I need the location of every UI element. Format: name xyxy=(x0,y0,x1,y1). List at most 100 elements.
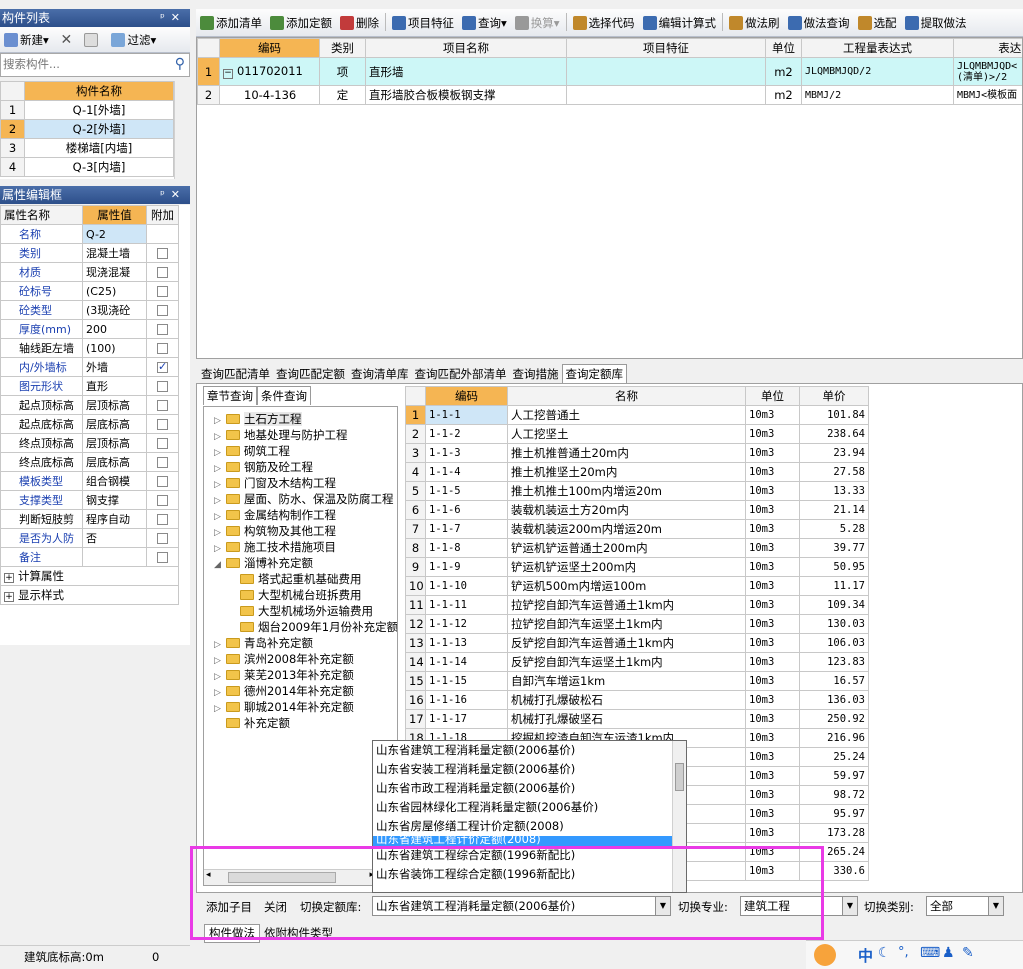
unit-cell[interactable]: m2 xyxy=(765,57,802,86)
quota-name[interactable]: 拉铲挖自卸汽车运坚土1km内 xyxy=(507,614,746,634)
feature-cell[interactable] xyxy=(566,85,766,105)
unit-cell[interactable]: m2 xyxy=(765,85,802,105)
type-cell[interactable]: 定 xyxy=(319,85,366,105)
tree-node[interactable]: ▷ 滨州2008年补充定额 xyxy=(214,651,397,667)
dropdown-option[interactable]: 山东省园林绿化工程消耗量定额(2006基价) xyxy=(373,798,686,817)
quota-row[interactable]: 8 1-1-8 铲运机铲运普通土200m内 10m3 39.77 xyxy=(405,538,869,558)
extra-checkbox[interactable] xyxy=(157,343,168,354)
quota-row[interactable]: 17 1-1-17 机械打孔爆破坚石 10m3 250.92 xyxy=(405,709,869,729)
expr2-cell[interactable]: MBMJ<模板面 xyxy=(953,85,1022,105)
keyboard-icon[interactable]: ⌨ xyxy=(920,945,940,961)
tree-node[interactable]: ▷ 构筑物及其他工程 xyxy=(214,523,397,539)
quota-code[interactable]: 1-1-2 xyxy=(425,424,508,444)
extra-checkbox[interactable] xyxy=(157,533,168,544)
quota-code[interactable]: 1-1-14 xyxy=(425,652,508,672)
quota-row[interactable]: 12 1-1-12 拉铲挖自卸汽车运坚土1km内 10m3 130.03 xyxy=(405,614,869,634)
code-cell[interactable]: 10-4-136 xyxy=(219,85,320,105)
component-row[interactable]: 4 Q-3[内墙] xyxy=(0,157,174,177)
extra-checkbox[interactable] xyxy=(157,360,168,373)
quota-price[interactable]: 59.97 xyxy=(799,766,869,786)
quota-unit[interactable]: 10m3 xyxy=(745,557,800,577)
dropdown-scrollbar[interactable] xyxy=(672,741,686,892)
quota-price[interactable]: 16.57 xyxy=(799,671,869,691)
quota-unit[interactable]: 10m3 xyxy=(745,652,800,672)
pin-icon[interactable]: ᵖ xyxy=(160,188,171,201)
quota-price[interactable]: 95.97 xyxy=(799,804,869,824)
prop-value[interactable]: 组合钢模 xyxy=(82,471,147,491)
method-row[interactable]: 2 10-4-136 定直形墙胶合板模板钢支撑 m2 MBMJ/2 MBMJ<模板面 xyxy=(197,85,1022,105)
quota-unit[interactable]: 10m3 xyxy=(745,804,800,824)
toolbar-button-3[interactable]: 项目特征 xyxy=(388,12,458,34)
toolbar-button-2[interactable]: 删除 xyxy=(336,12,383,34)
tree-node[interactable]: 烟台2009年1月份补充定额 xyxy=(214,619,397,635)
quota-unit[interactable]: 10m3 xyxy=(745,443,800,463)
dropdown-option[interactable]: 山东省建筑工程计价定额(2008) xyxy=(373,836,686,846)
extra-checkbox[interactable] xyxy=(157,514,168,525)
quota-code[interactable]: 1-1-7 xyxy=(425,519,508,539)
extra-checkbox[interactable] xyxy=(157,381,168,392)
quota-name[interactable]: 铲运机铲运普通土200m内 xyxy=(507,538,746,558)
quota-price[interactable]: 101.84 xyxy=(799,405,869,425)
quota-price[interactable]: 238.64 xyxy=(799,424,869,444)
prop-row[interactable]: 备注 xyxy=(0,547,179,567)
name-cell[interactable]: 直形墙 xyxy=(365,57,567,86)
tree-node[interactable]: ▷ 地基处理与防护工程 xyxy=(214,427,397,443)
quota-row[interactable]: 14 1-1-14 反铲挖自卸汽车运坚土1km内 10m3 123.83 xyxy=(405,652,869,672)
quota-price[interactable]: 27.58 xyxy=(799,462,869,482)
quota-unit[interactable]: 10m3 xyxy=(745,595,800,615)
prop-value[interactable]: 现浇混凝 xyxy=(82,262,147,282)
dropdown-option[interactable]: 山东省市政工程消耗量定额(2006基价) xyxy=(373,779,686,798)
copy-icon[interactable] xyxy=(80,29,104,51)
prop-row[interactable]: 内/外墙标 外墙 xyxy=(0,357,179,377)
expand-icon[interactable]: + xyxy=(4,592,14,602)
quota-row[interactable]: 10 1-1-10 铲运机500m内增运100m 10m3 11.17 xyxy=(405,576,869,596)
component-row[interactable]: 2 Q-2[外墙] xyxy=(0,119,174,139)
expr-cell[interactable]: MBMJ/2 xyxy=(801,85,954,105)
prop-row[interactable]: 模板类型 组合钢模 xyxy=(0,471,179,491)
prop-value[interactable]: 否 xyxy=(82,528,147,548)
query-tab-4[interactable]: 查询措施 xyxy=(510,365,562,384)
tab-attached-types[interactable]: 依附构件类型 xyxy=(260,925,337,942)
quota-code[interactable]: 1-1-16 xyxy=(425,690,508,710)
dropdown-option[interactable]: 山东省安装工程消耗量定额(2006基价) xyxy=(373,760,686,779)
query-tab-2[interactable]: 查询清单库 xyxy=(348,365,412,384)
quota-price[interactable]: 5.28 xyxy=(799,519,869,539)
extra-checkbox[interactable] xyxy=(157,552,168,563)
prop-row[interactable]: 类别 混凝土墙 xyxy=(0,243,179,263)
toolbar-button-10[interactable]: 选配 xyxy=(854,12,901,34)
new-button[interactable]: 新建▾ xyxy=(0,29,53,51)
expand-icon[interactable]: + xyxy=(4,573,14,583)
component-row[interactable]: 1 Q-1[外墙] xyxy=(0,100,174,120)
method-row[interactable]: 1−011702011 项直形墙 m2 JLQMBMJQD/2 JLQMBMJQD< (清… xyxy=(197,57,1022,86)
quota-price[interactable]: 250.92 xyxy=(799,709,869,729)
chevron-down-icon[interactable]: ▼ xyxy=(988,897,1003,915)
prop-row[interactable]: 砼标号 (C25) xyxy=(0,281,179,301)
query-tab-0[interactable]: 查询匹配清单 xyxy=(198,365,273,384)
quota-name[interactable]: 铲运机铲运坚土200m内 xyxy=(507,557,746,577)
prop-row[interactable]: 轴线距左墙 (100) xyxy=(0,338,179,358)
quota-code[interactable]: 1-1-10 xyxy=(425,576,508,596)
type-select[interactable]: 全部 ▼ xyxy=(926,896,1004,916)
prop-value[interactable]: (3现浇砼 xyxy=(82,300,147,320)
tree-node[interactable]: ▷ 金属结构制作工程 xyxy=(214,507,397,523)
toolbar-button-9[interactable]: 做法查询 xyxy=(784,12,854,34)
quota-unit[interactable]: 10m3 xyxy=(745,614,800,634)
dropdown-option[interactable]: 山东省房屋修缮工程计价定额(2008) xyxy=(373,817,686,836)
tree-node[interactable]: ▷ 土石方工程 xyxy=(214,411,397,427)
prop-value[interactable]: Q-2 xyxy=(82,224,147,244)
dropdown-option[interactable]: 山东省建筑工程消耗量定额(2006基价) xyxy=(373,741,686,760)
tree-node[interactable]: ▷ 聊城2014年补充定额 xyxy=(214,699,397,715)
prop-value[interactable]: 层底标高 xyxy=(82,452,147,472)
quota-price[interactable]: 136.03 xyxy=(799,690,869,710)
prop-value[interactable]: 钢支撑 xyxy=(82,490,147,510)
quota-unit[interactable]: 10m3 xyxy=(745,842,800,862)
quota-price[interactable]: 106.03 xyxy=(799,633,869,653)
tree-node[interactable]: ▷ 砌筑工程 xyxy=(214,443,397,459)
quota-row[interactable]: 1 1-1-1 人工挖普通土 10m3 101.84 xyxy=(405,405,869,425)
tree-node[interactable]: 大型机械台班拆费用 xyxy=(214,587,397,603)
extra-checkbox[interactable] xyxy=(157,495,168,506)
extra-checkbox[interactable] xyxy=(157,476,168,487)
quota-code[interactable]: 1-1-13 xyxy=(425,633,508,653)
quota-row[interactable]: 3 1-1-3 推土机推普通土20m内 10m3 23.94 xyxy=(405,443,869,463)
prop-row[interactable]: 判断短肢剪 程序自动 xyxy=(0,509,179,529)
